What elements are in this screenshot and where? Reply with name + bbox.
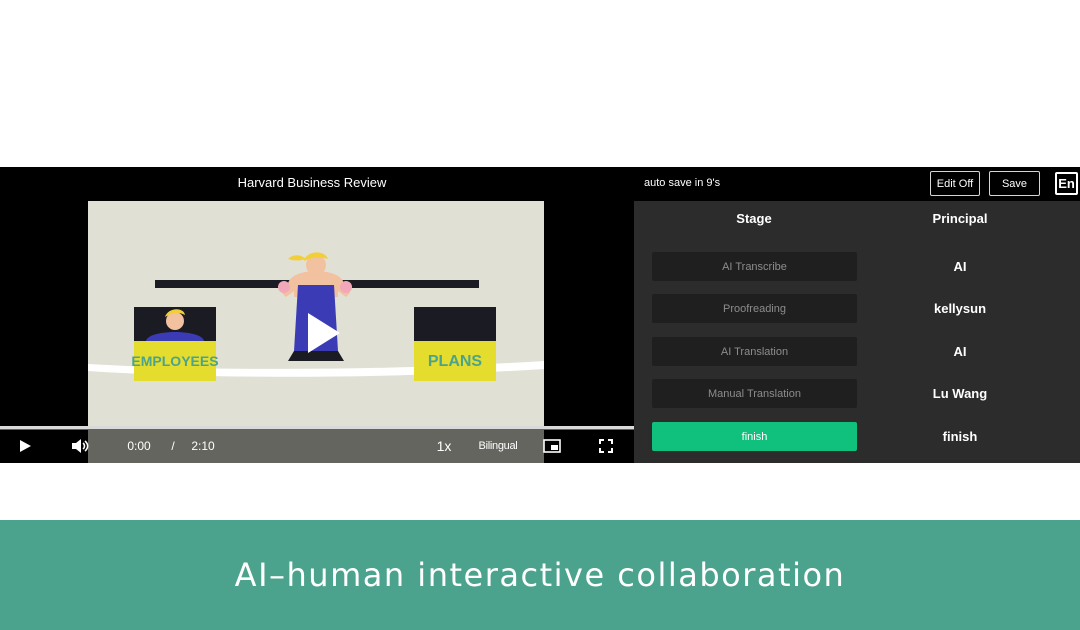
picture-in-picture-icon bbox=[543, 439, 561, 453]
subtitle-editor-app: Harvard Business Review EMPLOYEES PLANS … bbox=[0, 167, 1080, 463]
fullscreen-button[interactable] bbox=[594, 429, 618, 463]
current-time: 0:00 bbox=[127, 439, 151, 453]
employees-sign-text: EMPLOYEES bbox=[131, 353, 218, 369]
principal-ai-translation: AI bbox=[953, 344, 967, 359]
time-separator: / bbox=[171, 439, 175, 453]
volume-icon bbox=[72, 439, 89, 453]
principal-proofreading: kellysun bbox=[933, 301, 987, 316]
video-frame[interactable]: EMPLOYEES PLANS bbox=[88, 201, 544, 463]
playback-speed-button[interactable]: 1x bbox=[432, 429, 456, 463]
stage-manual-translation[interactable]: Manual Translation bbox=[652, 379, 857, 408]
video-title: Harvard Business Review bbox=[237, 175, 387, 190]
duration: 2:10 bbox=[191, 439, 215, 453]
stage-proofreading[interactable]: Proofreading bbox=[652, 294, 857, 323]
autosave-status: auto save in 9's bbox=[644, 177, 721, 189]
caption-banner: AI–human interactive collaboration bbox=[0, 520, 1080, 630]
fullscreen-icon bbox=[599, 439, 613, 453]
principal-manual-translation: Lu Wang bbox=[932, 386, 988, 401]
picture-in-picture-button[interactable] bbox=[540, 429, 564, 463]
edit-toggle-button[interactable]: Edit Off bbox=[930, 171, 980, 196]
principal-column-header: Principal bbox=[932, 211, 988, 226]
banner-text: AI–human interactive collaboration bbox=[234, 556, 846, 594]
video-controls: 0:00 / 2:10 1x Bilingual bbox=[0, 429, 634, 463]
play-icon bbox=[20, 440, 31, 452]
play-icon bbox=[308, 313, 340, 353]
stage-ai-transcribe[interactable]: AI Transcribe bbox=[652, 252, 857, 281]
page: Harvard Business Review EMPLOYEES PLANS … bbox=[0, 0, 1080, 630]
big-play-button[interactable] bbox=[295, 308, 345, 358]
principal-finish: finish bbox=[942, 429, 978, 444]
subtitle-mode-button[interactable]: Bilingual bbox=[476, 429, 520, 463]
stage-column-header: Stage bbox=[736, 211, 772, 226]
volume-button[interactable] bbox=[66, 429, 94, 463]
finish-button[interactable]: finish bbox=[652, 422, 857, 451]
video-player: Harvard Business Review EMPLOYEES PLANS … bbox=[0, 167, 634, 463]
play-button[interactable] bbox=[12, 429, 38, 463]
stage-ai-translation[interactable]: AI Translation bbox=[652, 337, 857, 366]
language-toggle-button[interactable]: En bbox=[1055, 172, 1078, 195]
workflow-panel: Stage Principal AI Transcribe AI Proofre… bbox=[634, 201, 1080, 463]
principal-ai-transcribe: AI bbox=[953, 259, 967, 274]
save-button[interactable]: Save bbox=[989, 171, 1040, 196]
editor-toolbar: auto save in 9's Edit Off Save En bbox=[634, 167, 1080, 201]
plans-sign-text: PLANS bbox=[428, 353, 483, 370]
